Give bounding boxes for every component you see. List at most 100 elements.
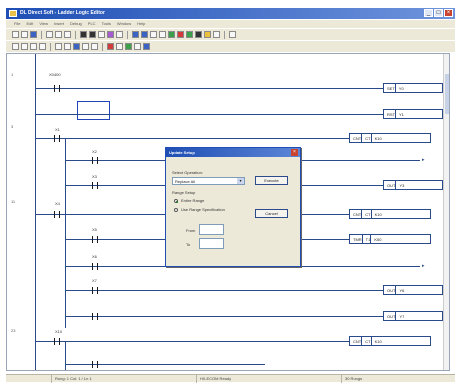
menu-view[interactable]: View: [39, 20, 48, 28]
box-instruction-icon[interactable]: [98, 31, 105, 38]
coil-icon[interactable]: [89, 31, 96, 38]
coil-instruction[interactable]: OUT Y7: [383, 311, 443, 321]
replace-icon[interactable]: [213, 31, 220, 38]
end-arrow-icon: ▸: [422, 263, 425, 269]
menu-window[interactable]: Window: [117, 20, 131, 28]
coil-instruction[interactable]: TMR T1 K50: [349, 234, 431, 244]
find-icon[interactable]: [204, 31, 211, 38]
end-arrow-icon: ▸: [422, 157, 425, 163]
menu-tools[interactable]: Tools: [102, 20, 111, 28]
menu-file[interactable]: File: [14, 20, 20, 28]
help-icon[interactable]: [229, 31, 236, 38]
coil-instruction[interactable]: OUT Y6: [383, 285, 443, 295]
coil-instruction[interactable]: SET Y0: [383, 83, 443, 93]
normally-open-contact-icon[interactable]: [12, 43, 19, 50]
operation-select[interactable]: Replace All ▾: [172, 177, 245, 185]
contact-symbol[interactable]: [90, 182, 100, 189]
insert-rung-icon[interactable]: [116, 43, 123, 50]
monitor-icon[interactable]: [159, 31, 166, 38]
range-specification-radio[interactable]: [174, 208, 178, 212]
select-operation-label: Select Operation:: [172, 170, 203, 175]
menu-debug[interactable]: Debug: [70, 20, 82, 28]
scrollbar-thumb[interactable]: [445, 74, 449, 114]
minimize-button[interactable]: _: [424, 9, 433, 17]
menu-insert[interactable]: Insert: [54, 20, 64, 28]
cut-icon[interactable]: [46, 31, 53, 38]
ladder-toolbar: [6, 41, 455, 52]
coil-instruction[interactable]: CNT CT K10: [349, 133, 431, 143]
contact-symbol[interactable]: [90, 236, 100, 243]
coil-out-icon[interactable]: [73, 43, 80, 50]
write-plc-icon[interactable]: [141, 31, 148, 38]
zoom-icon[interactable]: [134, 43, 141, 50]
edit-cursor[interactable]: [77, 101, 110, 120]
rung-number: 3: [11, 124, 14, 129]
normally-closed-contact-icon[interactable]: [21, 43, 28, 50]
accept-icon[interactable]: [107, 31, 114, 38]
comment-icon[interactable]: [125, 43, 132, 50]
main-toolbar: [6, 29, 455, 40]
stop-mode-icon[interactable]: [177, 31, 184, 38]
delete-rung-icon[interactable]: [107, 43, 114, 50]
run-mode-icon[interactable]: [168, 31, 175, 38]
set-coil-icon[interactable]: [82, 43, 89, 50]
contact-icon[interactable]: [80, 31, 87, 38]
dialog-title: Update Setup: [166, 148, 300, 157]
paste-icon[interactable]: [64, 31, 71, 38]
app-icon: [9, 10, 17, 17]
contact-symbol[interactable]: [52, 135, 62, 142]
status-on-icon[interactable]: [186, 31, 193, 38]
entire-range-label: Entire Range: [181, 198, 205, 203]
coil-instruction[interactable]: RST Y1: [383, 109, 443, 119]
save-icon[interactable]: [30, 31, 37, 38]
vertical-wire-icon[interactable]: [64, 43, 71, 50]
contact-symbol[interactable]: [52, 85, 62, 92]
cancel-button[interactable]: Cancel: [255, 209, 288, 218]
contact-operand: X0400: [49, 72, 61, 77]
contact-operand: X10: [55, 329, 63, 334]
undo-icon[interactable]: [116, 31, 123, 38]
contact-symbol[interactable]: [90, 263, 100, 270]
compare-icon[interactable]: [150, 31, 157, 38]
new-file-icon[interactable]: [12, 31, 19, 38]
menu-edit[interactable]: Edit: [26, 20, 33, 28]
dialog-close-button[interactable]: ×: [291, 149, 298, 156]
maximize-button[interactable]: □: [434, 9, 443, 17]
open-file-icon[interactable]: [21, 31, 28, 38]
read-plc-icon[interactable]: [132, 31, 139, 38]
contact-symbol[interactable]: [90, 361, 100, 368]
status-icon[interactable]: [195, 31, 202, 38]
horizontal-wire-icon[interactable]: [55, 43, 62, 50]
to-label: To: [186, 242, 191, 247]
contact-symbol[interactable]: [52, 211, 62, 218]
contact-symbol[interactable]: [90, 287, 100, 294]
contact-operand: X2: [92, 149, 97, 154]
menu-bar: File Edit View Insert Debug PLC Tools Wi…: [6, 20, 455, 28]
entire-range-radio[interactable]: [174, 199, 178, 203]
copy-icon[interactable]: [55, 31, 62, 38]
contact-symbol[interactable]: [90, 313, 100, 320]
coil-instruction[interactable]: CNT CT K10: [349, 209, 431, 219]
close-button[interactable]: ×: [444, 9, 453, 17]
contact-operand: X7: [92, 278, 97, 283]
properties-icon[interactable]: [143, 43, 150, 50]
rung-number: 23: [11, 328, 16, 333]
rung-number: 11: [11, 199, 16, 204]
contact-operand: X5: [92, 227, 97, 232]
contact-symbol[interactable]: [90, 157, 100, 164]
execute-button[interactable]: Execute: [255, 176, 288, 185]
menu-help[interactable]: Help: [137, 20, 145, 28]
contact-symbol[interactable]: [52, 338, 62, 345]
coil-instruction[interactable]: OUT Y3: [383, 180, 443, 190]
positive-edge-icon[interactable]: [30, 43, 37, 50]
negative-edge-icon[interactable]: [39, 43, 46, 50]
range-setup-label: Range Setup: [172, 190, 196, 195]
to-field[interactable]: [199, 238, 224, 249]
menu-plc[interactable]: PLC: [88, 20, 96, 28]
from-field[interactable]: [199, 224, 224, 235]
coil-instruction[interactable]: CNT CT K10: [349, 336, 431, 346]
vertical-scrollbar[interactable]: [443, 54, 449, 370]
status-plc: H0-ECOM Ready: [196, 375, 296, 383]
reset-coil-icon[interactable]: [91, 43, 98, 50]
title-bar: DL Direct Soft - Ladder Logic Editor _ □…: [6, 8, 455, 19]
